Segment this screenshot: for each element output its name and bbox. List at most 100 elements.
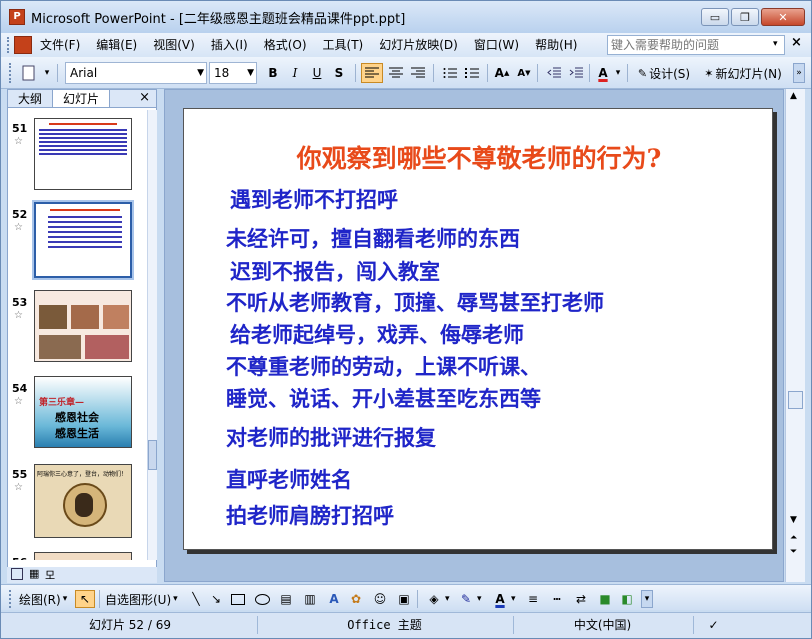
diagram-icon[interactable]: ✿ <box>347 590 365 608</box>
increase-indent-icon[interactable] <box>565 63 587 83</box>
slide-thumbnail-55[interactable]: 阿瑞你三心意了，登台，动物们！ <box>34 464 132 538</box>
line-color-icon[interactable]: ✎ <box>455 590 477 608</box>
slide-sorter-icon[interactable]: ▦ <box>29 567 39 580</box>
align-right-button[interactable] <box>407 63 429 83</box>
slide-thumbnail-56[interactable] <box>34 552 132 560</box>
toolbar-grip[interactable] <box>9 63 13 83</box>
slide-text-line[interactable]: 不尊重老师的劳动，上课不听课、 <box>226 351 541 381</box>
insert-picture-icon[interactable]: ▣ <box>395 590 413 608</box>
menu-view[interactable]: 视图(V) <box>145 35 203 55</box>
menu-window[interactable]: 窗口(W) <box>466 35 527 55</box>
font-color-dropdown-icon[interactable]: ▾ <box>613 63 623 83</box>
slide-title[interactable]: 你观察到哪些不尊敬老师的行为? <box>184 139 774 175</box>
menu-slideshow[interactable]: 幻灯片放映(D) <box>371 35 466 55</box>
spelling-check-icon[interactable]: ✓ <box>693 616 733 634</box>
oval-tool-icon[interactable] <box>253 590 271 608</box>
slide-text-line[interactable]: 睡觉、说话、开小差甚至吃东西等 <box>226 383 541 413</box>
shadow-button[interactable]: S <box>329 63 349 83</box>
align-center-button[interactable] <box>385 63 407 83</box>
dash-style-icon[interactable]: ┅ <box>547 590 567 608</box>
help-search-input[interactable]: 键入需要帮助的问题 <box>607 35 785 55</box>
arrow-tool-icon[interactable]: ↘ <box>207 590 225 608</box>
slideshow-view-icon[interactable]: 모 <box>45 567 55 583</box>
chevron-down-icon[interactable]: ▾ <box>477 590 485 608</box>
close-document-icon[interactable]: × <box>791 35 802 50</box>
vertical-textbox-icon[interactable]: ▥ <box>301 590 319 608</box>
menu-edit[interactable]: 编辑(E) <box>88 35 145 55</box>
thumbnails-scrollbar[interactable] <box>147 110 157 560</box>
title-bar[interactable]: P Microsoft PowerPoint - [二年级感恩主题班会精品课件p… <box>1 1 811 33</box>
menu-format[interactable]: 格式(O) <box>256 35 315 55</box>
bullets-button[interactable] <box>461 63 483 83</box>
close-panel-icon[interactable]: × <box>139 90 150 105</box>
tab-outline[interactable]: 大纲 <box>8 90 54 107</box>
slide-thumbnail-52[interactable] <box>32 200 134 280</box>
new-slide-button[interactable]: ✶ 新幻灯片(N) <box>699 63 787 83</box>
fill-color-icon[interactable]: ◈ <box>423 590 445 608</box>
scrollbar-thumb[interactable] <box>148 440 157 470</box>
line-style-icon[interactable]: ≡ <box>523 590 543 608</box>
scroll-down-icon[interactable]: ▼ <box>790 515 797 525</box>
tab-slides[interactable]: 幻灯片 <box>53 90 111 107</box>
3d-style-icon[interactable]: ◧ <box>617 590 637 608</box>
draw-menu-button[interactable]: 绘图(R) ▾ <box>19 590 67 608</box>
maximize-button[interactable]: ❐ <box>731 8 759 26</box>
design-button[interactable]: ✎ 设计(S) <box>633 63 695 83</box>
previous-slide-icon[interactable]: ⏶ <box>790 533 797 543</box>
menu-help[interactable]: 帮助(H) <box>527 35 585 55</box>
menu-grip[interactable] <box>7 37 10 53</box>
slide-text-line[interactable]: 对老师的批评进行报复 <box>226 422 436 452</box>
line-tool-icon[interactable]: ╲ <box>187 590 205 608</box>
scroll-up-icon[interactable]: ▲ <box>790 91 797 101</box>
rectangle-tool-icon[interactable] <box>229 590 247 608</box>
chevron-down-icon[interactable]: ▾ <box>511 590 519 608</box>
numbering-button[interactable] <box>439 63 461 83</box>
slide-text-line[interactable]: 直呼老师姓名 <box>226 464 352 494</box>
slide-thumbnail-53[interactable] <box>34 290 132 362</box>
align-left-button[interactable] <box>361 63 383 83</box>
help-dropdown-icon[interactable]: ▾ <box>773 39 778 49</box>
autoshapes-button[interactable]: 自选图形(U) ▾ <box>105 590 178 608</box>
toolbar-grip[interactable] <box>9 590 13 608</box>
decrease-indent-icon[interactable] <box>543 63 565 83</box>
font-name-select[interactable]: Arial ▼ <box>65 62 207 84</box>
shadow-style-icon[interactable]: ■ <box>595 590 615 608</box>
scrollbar-thumb[interactable] <box>788 391 803 409</box>
slide-vertical-scrollbar[interactable]: ▲ ▼ ⏶ ⏷ <box>785 89 805 582</box>
slide-text-line[interactable]: 不听从老师教育，顶撞、辱骂甚至打老师 <box>226 287 604 317</box>
slide-thumbnail-54[interactable]: 第三乐章— 感恩社会 感恩生活 <box>34 376 132 448</box>
font-size-select[interactable]: 18 ▼ <box>209 62 257 84</box>
textbox-tool-icon[interactable]: ▤ <box>277 590 295 608</box>
arrow-style-icon[interactable]: ⇄ <box>571 590 591 608</box>
slide-thumbnail-51[interactable] <box>34 118 132 190</box>
slide-text-line[interactable]: 迟到不报告，闯入教室 <box>230 256 440 286</box>
new-document-icon[interactable] <box>19 63 39 83</box>
document-icon[interactable] <box>14 36 32 54</box>
toolbar-options-icon[interactable]: ▾ <box>641 590 653 608</box>
slide-text-line[interactable]: 拍老师肩膀打招呼 <box>226 500 394 530</box>
close-window-button[interactable]: ✕ <box>761 8 805 26</box>
slide-text-line[interactable]: 给老师起绰号，戏弄、侮辱老师 <box>230 319 524 349</box>
font-color-icon[interactable]: A <box>489 590 511 608</box>
underline-button[interactable]: U <box>307 63 327 83</box>
decrease-font-size-icon[interactable]: A ▼ <box>513 63 535 83</box>
menu-tools[interactable]: 工具(T) <box>315 35 372 55</box>
menu-insert[interactable]: 插入(I) <box>203 35 256 55</box>
minimize-button[interactable]: ▭ <box>701 8 729 26</box>
chevron-down-icon[interactable]: ▾ <box>445 590 453 608</box>
powerpoint-app-icon[interactable]: P <box>9 9 25 25</box>
bold-button[interactable]: B <box>263 63 283 83</box>
normal-view-icon[interactable] <box>11 568 23 580</box>
slide-text-line[interactable]: 未经许可，擅自翻看老师的东西 <box>226 223 520 253</box>
select-objects-icon[interactable]: ↖ <box>75 590 95 608</box>
clipart-icon[interactable]: ☺ <box>371 590 389 608</box>
italic-button[interactable]: I <box>285 63 305 83</box>
font-color-icon[interactable]: A <box>593 63 613 83</box>
toolbar-options-icon[interactable]: » <box>793 63 805 83</box>
slide-text-line[interactable]: 遇到老师不打招呼 <box>230 184 398 214</box>
menu-file[interactable]: 文件(F) <box>32 35 88 55</box>
wordart-icon[interactable]: A <box>325 590 343 608</box>
current-slide[interactable]: 你观察到哪些不尊敬老师的行为? 遇到老师不打招呼 未经许可，擅自翻看老师的东西 … <box>183 108 773 550</box>
next-slide-icon[interactable]: ⏷ <box>790 547 797 557</box>
increase-font-size-icon[interactable]: A ▲ <box>491 63 513 83</box>
